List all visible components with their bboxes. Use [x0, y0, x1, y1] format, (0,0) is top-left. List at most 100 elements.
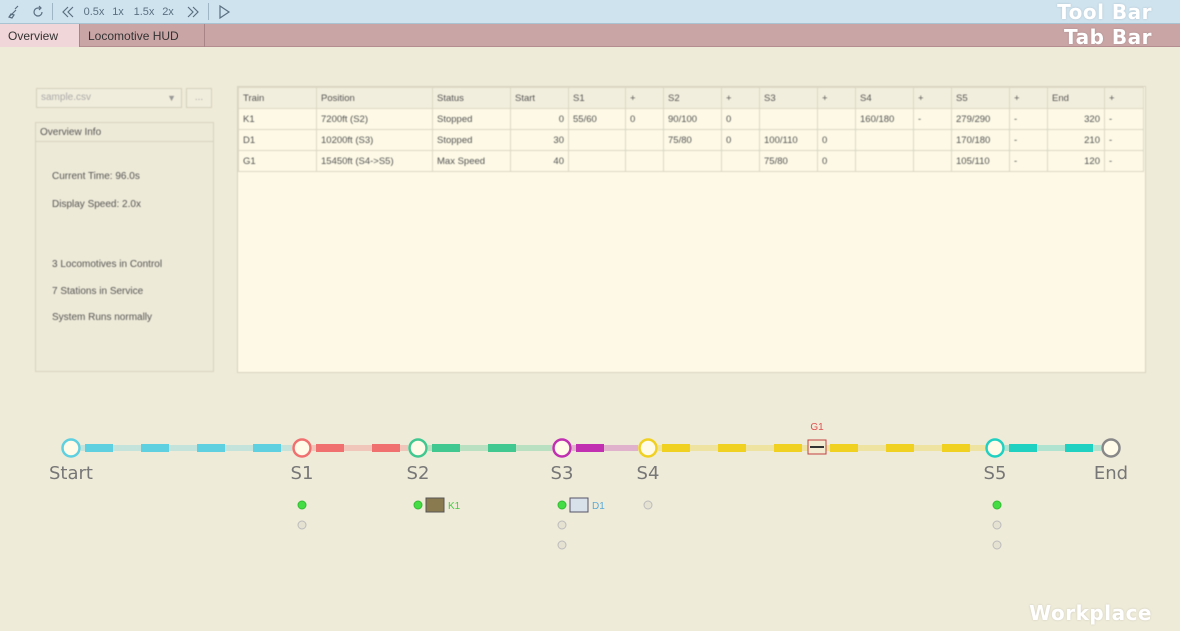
column-header[interactable]: + — [1104, 87, 1144, 109]
table-cell: 7200ft (S2) — [316, 108, 433, 130]
station-marker — [61, 438, 81, 458]
browse-file-button[interactable]: ... — [186, 88, 212, 108]
column-header[interactable]: Train — [238, 87, 317, 109]
table-cell: 279/290 — [951, 108, 1010, 130]
platform-dot-idle — [557, 520, 567, 530]
station-marker — [985, 438, 1005, 458]
station-label: S4 — [637, 463, 660, 484]
chevron-down-icon: ▼ — [167, 93, 176, 103]
column-header[interactable]: + — [817, 87, 856, 109]
station-marker — [292, 438, 312, 458]
track-diagram: Start S1 S2 S3 S4 S5 End G1 K1 D1 — [49, 422, 1128, 550]
table-cell: 55/60 — [568, 108, 626, 130]
table-cell: D1 — [238, 129, 317, 151]
table-cell: 0 — [721, 129, 760, 151]
table-cell: 320 — [1047, 108, 1105, 130]
column-header[interactable]: End — [1047, 87, 1105, 109]
platform-dot-idle — [557, 540, 567, 550]
column-header[interactable]: S3 — [759, 87, 818, 109]
table-cell — [721, 150, 760, 172]
column-header[interactable]: S4 — [855, 87, 914, 109]
rewind-icon[interactable] — [58, 0, 78, 23]
column-header[interactable]: S2 — [663, 87, 722, 109]
table-cell — [625, 129, 664, 151]
broom-icon[interactable] — [4, 0, 24, 23]
table-cell — [568, 129, 626, 151]
file-select[interactable]: sample.csv ▼ — [36, 88, 182, 108]
train-schedule-table: Train Position Status Start S1 + S2 + S3… — [237, 86, 1146, 373]
column-header[interactable]: + — [913, 87, 952, 109]
table-cell: 30 — [510, 129, 569, 151]
station-marker — [552, 438, 572, 458]
table-cell: Stopped — [432, 108, 511, 130]
tab-locomotive-hud[interactable]: Locomotive HUD — [80, 24, 205, 47]
platform-dot-idle — [992, 520, 1002, 530]
column-header[interactable]: Position — [316, 87, 433, 109]
column-header[interactable]: S5 — [951, 87, 1010, 109]
table-cell — [759, 108, 818, 130]
overview-info-panel: Overview Info Current Time: 96.0s Displa… — [35, 122, 214, 372]
platform-dot-idle — [992, 540, 1002, 550]
column-header[interactable]: Start — [510, 87, 569, 109]
table-cell: - — [1104, 108, 1144, 130]
toolbar-overlay-label: Tool Bar — [1057, 0, 1152, 24]
speed-1.5x-button[interactable]: 1.5x — [132, 0, 156, 23]
station-marker — [408, 438, 428, 458]
table-cell: 170/180 — [951, 129, 1010, 151]
table-cell: 75/80 — [663, 129, 722, 151]
system-status-text: System Runs normally — [52, 312, 153, 323]
station-label: S5 — [984, 463, 1007, 484]
track-map: Start S1 S2 S3 S4 S5 End G1 K1 D1 — [0, 400, 1180, 580]
table-cell — [817, 108, 856, 130]
workplace-overlay-label: Workplace — [1029, 601, 1152, 625]
table-row[interactable]: D1 10200ft (S3) Stopped 30 75/80 0 100/110 0 170… — [238, 129, 1144, 151]
table-cell — [913, 129, 952, 151]
table-row[interactable]: K1 7200ft (S2) Stopped 0 55/60 0 90/100 0 160/18… — [238, 108, 1144, 130]
station-label: S1 — [291, 463, 314, 484]
station-label: Start — [49, 463, 93, 484]
platform-dot-active — [992, 500, 1002, 510]
table-cell: - — [1009, 108, 1048, 130]
locomotives-count-text: 3 Locomotives in Control — [52, 259, 163, 270]
table-cell: - — [1104, 150, 1144, 172]
speed-1x-button[interactable]: 1x — [108, 0, 128, 23]
station-marker — [638, 438, 658, 458]
table-cell: 0 — [817, 150, 856, 172]
table-cell: 10200ft (S3) — [316, 129, 433, 151]
station-label: S3 — [551, 463, 574, 484]
platform-dot-idle — [297, 520, 307, 530]
column-header[interactable]: Status — [432, 87, 511, 109]
train-label-k1: K1 — [448, 501, 461, 512]
column-header[interactable]: + — [1009, 87, 1048, 109]
toolbar: 0.5x 1x 1.5x 2x Tool Bar — [0, 0, 1180, 24]
column-header[interactable]: S1 — [568, 87, 626, 109]
column-header[interactable]: + — [625, 87, 664, 109]
speed-2x-button[interactable]: 2x — [158, 0, 178, 23]
platform-dot-active — [413, 500, 423, 510]
table-cell: Max Speed — [432, 150, 511, 172]
reload-icon[interactable] — [28, 0, 48, 23]
train-icon-d1 — [569, 497, 589, 513]
column-header[interactable]: + — [721, 87, 760, 109]
tabbar-overlay-label: Tab Bar — [1064, 25, 1152, 49]
station-marker — [1101, 438, 1121, 458]
fast-forward-icon[interactable] — [183, 0, 203, 23]
table-cell: 90/100 — [663, 108, 722, 130]
table-cell — [568, 150, 626, 172]
table-cell: 100/110 — [759, 129, 818, 151]
table-cell: K1 — [238, 108, 317, 130]
play-icon[interactable] — [214, 0, 234, 23]
train-label-g1: G1 — [810, 422, 824, 433]
display-speed-text: Display Speed: 2.0x — [52, 199, 141, 210]
platform-dot-active — [557, 500, 567, 510]
tab-overview[interactable]: Overview — [0, 24, 80, 47]
table-cell — [855, 129, 914, 151]
stations-count-text: 7 Stations in Service — [52, 286, 144, 297]
platform-dot-active — [297, 500, 307, 510]
table-cell — [663, 150, 722, 172]
table-cell: 0 — [625, 108, 664, 130]
table-cell: 105/110 — [951, 150, 1010, 172]
table-row[interactable]: G1 15450ft (S4->S5) Max Speed 40 75/80 0 105/1… — [238, 150, 1144, 172]
speed-0.5x-button[interactable]: 0.5x — [82, 0, 106, 23]
table-cell — [913, 150, 952, 172]
